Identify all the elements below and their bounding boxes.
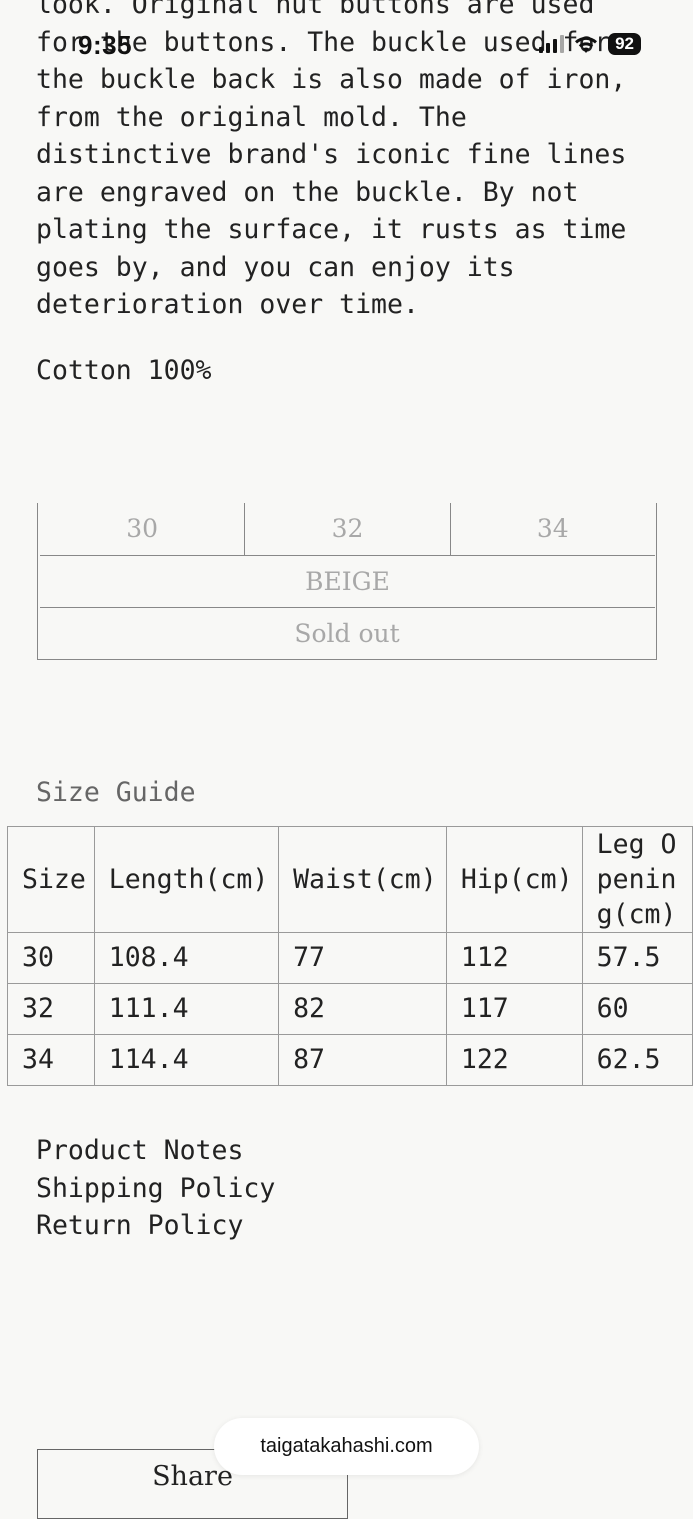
- table-cell: 108.4: [93, 932, 280, 984]
- table-cell: 34: [7, 1034, 95, 1086]
- return-policy-link[interactable]: Return Policy: [36, 1207, 275, 1245]
- table-cell: 30: [7, 932, 95, 984]
- status-bar-time: 9:35: [78, 30, 133, 60]
- variant-selector: 30 32 34 BEIGE Sold out: [37, 503, 657, 660]
- size-option-32[interactable]: 32: [245, 503, 451, 555]
- table-row: 32 111.4 82 117 60: [7, 983, 693, 1035]
- table-cell: 114.4: [93, 1034, 280, 1086]
- size-guide-table: Size Length(cm) Waist(cm) Hip(cm) Leg Op…: [7, 826, 693, 1086]
- table-cell: 77: [278, 932, 447, 984]
- policy-links: Product Notes Shipping Policy Return Pol…: [36, 1132, 275, 1245]
- table-cell: 112: [445, 932, 583, 984]
- size-guide-title: Size Guide: [36, 777, 196, 808]
- table-cell: 57.5: [581, 932, 693, 984]
- wifi-icon: [575, 36, 598, 53]
- table-cell: 87: [278, 1034, 447, 1086]
- status-bar-indicators: 92: [539, 33, 641, 55]
- table-cell: 122: [445, 1034, 583, 1086]
- sold-out-button: Sold out: [294, 619, 400, 648]
- battery-icon: 92: [608, 33, 641, 55]
- size-option-30[interactable]: 30: [40, 503, 246, 555]
- table-cell: 117: [445, 983, 583, 1035]
- size-options: 30 32 34: [40, 503, 655, 556]
- column-header-hip: Hip(cm): [445, 826, 583, 933]
- table-cell: 32: [7, 983, 95, 1035]
- table-row: 34 114.4 87 122 62.5: [7, 1034, 693, 1086]
- browser-url-bar[interactable]: taigatakahashi.com: [214, 1418, 479, 1475]
- product-notes-link[interactable]: Product Notes: [36, 1132, 275, 1170]
- color-option-beige[interactable]: BEIGE: [40, 556, 655, 608]
- column-header-size: Size: [7, 826, 95, 933]
- table-header-row: Size Length(cm) Waist(cm) Hip(cm) Leg Op…: [7, 826, 693, 933]
- table-row: 30 108.4 77 112 57.5: [7, 932, 693, 984]
- column-header-waist: Waist(cm): [278, 826, 447, 933]
- shipping-policy-link[interactable]: Shipping Policy: [36, 1170, 275, 1208]
- material-composition: Cotton 100%: [36, 355, 212, 386]
- column-header-leg-opening: Leg Opening(cm): [581, 826, 693, 933]
- table-cell: 62.5: [581, 1034, 693, 1086]
- column-header-length: Length(cm): [93, 826, 280, 933]
- table-cell: 111.4: [93, 983, 280, 1035]
- cellular-signal-icon: [539, 35, 565, 53]
- table-cell: 82: [278, 983, 447, 1035]
- table-cell: 60: [581, 983, 693, 1035]
- size-option-34[interactable]: 34: [451, 503, 655, 555]
